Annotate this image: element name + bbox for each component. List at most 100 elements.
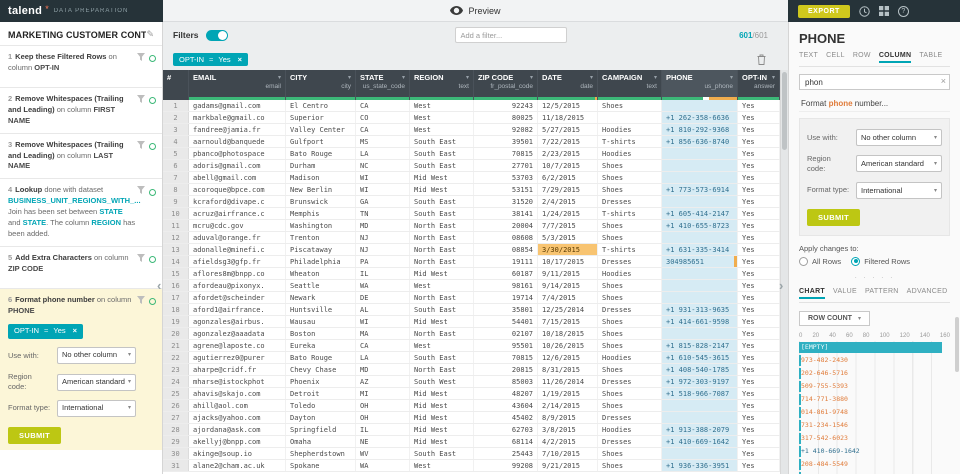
cell[interactable]: 68114: [474, 436, 538, 447]
tab-chart[interactable]: CHART: [799, 288, 825, 299]
cell[interactable]: Shoes: [598, 340, 662, 351]
cell[interactable]: 12/5/2015: [538, 100, 598, 111]
cell[interactable]: TN: [356, 208, 410, 219]
cell[interactable]: Spokane: [286, 460, 356, 471]
cell[interactable]: Yes: [738, 412, 780, 423]
cell[interactable]: 80025: [474, 112, 538, 123]
cell[interactable]: aduval@orange.fr: [189, 232, 286, 243]
cell[interactable]: agutierrez0@purer: [189, 352, 286, 363]
cell[interactable]: Chevy Chase: [286, 364, 356, 375]
cell[interactable]: 27701: [474, 160, 538, 171]
cell[interactable]: 1/19/2015: [538, 388, 598, 399]
cell[interactable]: Yes: [738, 160, 780, 171]
cell[interactable]: Yes: [738, 232, 780, 243]
cell[interactable]: Shoes: [598, 364, 662, 375]
chip-remove-icon[interactable]: ×: [238, 55, 242, 64]
chart-bar-row[interactable]: [EMPTY]: [799, 341, 950, 354]
history-icon[interactable]: [859, 5, 870, 17]
cell[interactable]: 9/14/2015: [538, 280, 598, 291]
cell[interactable]: Dresses: [598, 412, 662, 423]
cell[interactable]: 1/24/2015: [538, 208, 598, 219]
cell[interactable]: 62703: [474, 424, 538, 435]
cell[interactable]: 7/10/2015: [538, 448, 598, 459]
cell[interactable]: agrene@laposte.co: [189, 340, 286, 351]
cell[interactable]: Durham: [286, 160, 356, 171]
cell[interactable]: Phoenix: [286, 376, 356, 387]
cell[interactable]: 7/15/2015: [538, 316, 598, 327]
cell[interactable]: [662, 280, 738, 291]
cell[interactable]: 7/29/2015: [538, 184, 598, 195]
cell[interactable]: afieldsg3@gfp.fr: [189, 256, 286, 267]
cell[interactable]: Bato Rouge: [286, 148, 356, 159]
step-filter-icon[interactable]: [137, 140, 145, 153]
cell[interactable]: Yes: [738, 124, 780, 135]
cell[interactable]: 02107: [474, 328, 538, 339]
chart-bar-row[interactable]: 973-482-2430: [799, 354, 950, 367]
cell[interactable]: CO: [356, 112, 410, 123]
cell[interactable]: acruz@airfrance.c: [189, 208, 286, 219]
region-code-select[interactable]: American standard ▾: [57, 373, 136, 391]
function-search-input[interactable]: phon: [799, 74, 950, 90]
cell[interactable]: 60187: [474, 268, 538, 279]
filters-toggle[interactable]: [205, 29, 228, 41]
cell[interactable]: acoroque@bpce.com: [189, 184, 286, 195]
cell[interactable]: MI: [356, 388, 410, 399]
cell[interactable]: 9/11/2015: [538, 268, 598, 279]
cell[interactable]: +1 913-388-2079: [662, 424, 738, 435]
cell[interactable]: North East: [410, 364, 474, 375]
cell[interactable]: South East: [410, 136, 474, 147]
cell[interactable]: North East: [410, 328, 474, 339]
prep-step-4[interactable]: 4 Lookup done with dataset BUSINESS_UNIT_…: [0, 178, 162, 245]
tab-column[interactable]: COLUMN: [878, 52, 912, 63]
cell[interactable]: West: [410, 112, 474, 123]
caret-down-icon[interactable]: ▾: [402, 74, 405, 81]
cell[interactable]: +1 931-313-9635: [662, 304, 738, 315]
cell[interactable]: Trenton: [286, 232, 356, 243]
table-row[interactable]: 14 afieldsg3@gfp.fr Philadelphia PA North Ea…: [163, 256, 780, 268]
cell[interactable]: +1 605-414-2147: [662, 208, 738, 219]
cell[interactable]: Shoes: [598, 400, 662, 411]
cell[interactable]: CA: [356, 340, 410, 351]
cell[interactable]: Mid West: [410, 184, 474, 195]
cell[interactable]: OH: [356, 412, 410, 423]
step-filter-icon[interactable]: [137, 253, 145, 266]
cell[interactable]: Piscataway: [286, 244, 356, 255]
apply-option-filtered-rows[interactable]: Filtered Rows: [851, 256, 910, 266]
cell[interactable]: 2/4/2015: [538, 196, 598, 207]
collapse-left-icon[interactable]: ‹: [157, 278, 161, 293]
cell[interactable]: +1 262-358-6636: [662, 112, 738, 123]
table-row[interactable]: 18 aford1@airfrance. Huntsville AL South Eas…: [163, 304, 780, 316]
cell[interactable]: Shoes: [598, 220, 662, 231]
cell[interactable]: 4/2/2015: [538, 436, 598, 447]
step-filter-icon[interactable]: [137, 95, 145, 107]
cell[interactable]: [662, 196, 738, 207]
cell[interactable]: IL: [356, 424, 410, 435]
panel-scrollbar[interactable]: [955, 317, 959, 372]
cell[interactable]: Wheaton: [286, 268, 356, 279]
cell[interactable]: NJ: [356, 244, 410, 255]
cell[interactable]: WA: [356, 460, 410, 471]
cell[interactable]: Mid West: [410, 172, 474, 183]
prep-step-1[interactable]: 1 Keep these Filtered Rows on column OPT-…: [0, 45, 162, 87]
table-row[interactable]: 17 afordet@scheinder Newark DE North East 197…: [163, 292, 780, 304]
cell[interactable]: 54401: [474, 316, 538, 327]
cell[interactable]: 8/31/2015: [538, 364, 598, 375]
table-row[interactable]: 8 acoroque@bpce.com New Berlin WI Mid West 53…: [163, 184, 780, 196]
cell[interactable]: Shoes: [598, 448, 662, 459]
cell[interactable]: Dresses: [598, 196, 662, 207]
cell[interactable]: 8/9/2015: [538, 412, 598, 423]
table-row[interactable]: 26 ahill@aol.com Toledo OH Mid West 43604 2/14…: [163, 400, 780, 412]
cell[interactable]: Washington: [286, 220, 356, 231]
table-row[interactable]: 24 mharse@istockphot Phoenix AZ South West 85…: [163, 376, 780, 388]
cell[interactable]: 5/27/2015: [538, 124, 598, 135]
cell[interactable]: adonalle@minefi.c: [189, 244, 286, 255]
cell[interactable]: Yes: [738, 400, 780, 411]
cell[interactable]: Yes: [738, 148, 780, 159]
step-status-icon[interactable]: [149, 256, 156, 264]
cell[interactable]: South East: [410, 160, 474, 171]
region-code-select[interactable]: American standard ▾: [856, 155, 942, 173]
chart-bar-row[interactable]: 714-771-3880: [799, 393, 950, 406]
cell[interactable]: WI: [356, 184, 410, 195]
cell[interactable]: 92243: [474, 100, 538, 111]
vertical-scrollbar[interactable]: [780, 70, 788, 474]
